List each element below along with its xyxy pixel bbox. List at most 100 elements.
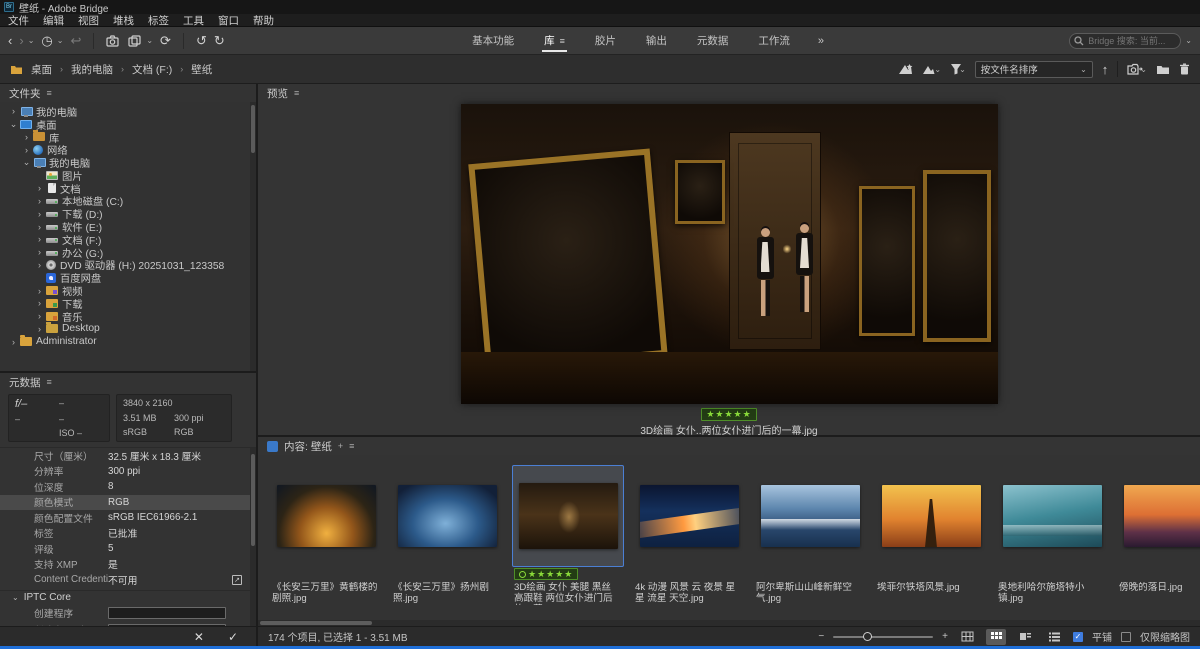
thumbnail-image[interactable]: [761, 485, 860, 547]
thumbnail-cell[interactable]: 《长安三万里》黄鹤楼的剧照.jpg: [270, 465, 382, 604]
thumbnail-image[interactable]: [1124, 485, 1200, 547]
thumbnail-cell[interactable]: 4k 动漫 风景 云 夜景 星星 流星 天空.jpg: [633, 465, 745, 604]
menu-item-文件[interactable]: 文件: [8, 13, 29, 28]
details-view-button[interactable]: [1015, 629, 1035, 645]
nav-dropdown-icon[interactable]: ⌄: [28, 36, 35, 45]
folder-tree-item-我的电脑[interactable]: ⌄我的电脑: [4, 156, 256, 169]
workspace-tab-基本功能[interactable]: 基本功能: [470, 28, 516, 53]
folder-tree-item-库[interactable]: ›库: [4, 131, 256, 144]
external-link-icon[interactable]: ↗: [232, 575, 242, 585]
folder-tree-item-本地磁盘 (C:)[interactable]: ›本地磁盘 (C:): [4, 195, 256, 208]
expander-icon[interactable]: ›: [21, 145, 32, 155]
rotate-cw-button[interactable]: ↻: [214, 34, 225, 47]
breadcrumb-item-桌面[interactable]: 桌面: [31, 62, 52, 77]
iptc-field-input[interactable]: [108, 607, 226, 619]
metadata-row-评级[interactable]: 评级5: [0, 541, 256, 557]
back-button[interactable]: ‹: [8, 34, 12, 47]
breadcrumb-item-文档 (F:)[interactable]: 文档 (F:): [132, 62, 172, 77]
tile-checkbox[interactable]: ✓: [1073, 632, 1083, 642]
expander-icon[interactable]: ›: [34, 260, 45, 270]
preview-image[interactable]: [461, 104, 998, 404]
folder-tree-item-百度网盘[interactable]: 百度网盘: [4, 271, 256, 284]
menu-item-视图[interactable]: 视图: [78, 13, 99, 28]
search-input[interactable]: [1069, 33, 1181, 49]
thumbnail-image-box[interactable]: [270, 465, 382, 567]
folder-tree-item-音乐[interactable]: ›音乐: [4, 310, 256, 323]
rating-stars-badge[interactable]: ★★★★★: [701, 408, 756, 421]
metadata-row-支持 XMP[interactable]: 支持 XMP是: [0, 557, 256, 573]
folder-tree-item-桌面[interactable]: ⌄桌面: [4, 118, 256, 131]
expander-icon[interactable]: ›: [34, 183, 45, 193]
workspace-overflow-icon[interactable]: »: [818, 35, 824, 47]
expander-icon[interactable]: ›: [34, 196, 45, 206]
content-panel-menu-icon[interactable]: ≡: [349, 441, 354, 451]
thumbnail-image[interactable]: [640, 485, 739, 547]
expander-icon[interactable]: ›: [34, 286, 45, 296]
zoom-in-button[interactable]: +: [942, 631, 948, 642]
metadata-row-颜色配置文件[interactable]: 颜色配置文件sRGB IEC61966-2.1: [0, 510, 256, 526]
thumbnail-image-box[interactable]: [875, 465, 987, 567]
metadata-row-尺寸（厘米）[interactable]: 尺寸（厘米）32.5 厘米 x 18.3 厘米: [0, 448, 256, 464]
list-view-button[interactable]: [1044, 629, 1064, 645]
menu-item-工具[interactable]: 工具: [183, 13, 204, 28]
expander-icon[interactable]: ›: [34, 247, 45, 257]
folder-tree-item-DVD 驱动器 (H:) 20251031_123358[interactable]: ›DVD 驱动器 (H:) 20251031_123358: [4, 259, 256, 272]
folder-tree-item-软件 (E:)[interactable]: ›软件 (E:): [4, 220, 256, 233]
folder-tree-item-文档 (F:)[interactable]: ›文档 (F:): [4, 233, 256, 246]
folder-tree-item-图片[interactable]: 图片: [4, 169, 256, 182]
history-dropdown-icon[interactable]: ⌄: [57, 36, 64, 45]
rotate-ccw-button[interactable]: ↺: [196, 34, 207, 47]
breadcrumb-item-壁纸[interactable]: 壁纸: [191, 62, 212, 77]
breadcrumb-item-我的电脑[interactable]: 我的电脑: [71, 62, 113, 77]
filter-rating-dropdown-icon[interactable]: ⌄: [922, 63, 941, 75]
thumbnail-image-box[interactable]: [1117, 465, 1200, 567]
thumbnail-image[interactable]: [882, 485, 981, 547]
expander-icon[interactable]: ›: [34, 311, 45, 321]
menu-item-窗口[interactable]: 窗口: [218, 13, 239, 28]
thumbnail-image[interactable]: [1003, 485, 1102, 547]
zoom-out-button[interactable]: −: [818, 631, 824, 642]
search-dropdown-icon[interactable]: ⌄: [1185, 36, 1192, 45]
metadata-cancel-button[interactable]: ✕: [194, 630, 204, 644]
metadata-row-分辨率[interactable]: 分辨率300 ppi: [0, 464, 256, 480]
iptc-section-header[interactable]: ⌄ IPTC Core: [0, 590, 256, 605]
refresh-button[interactable]: ⟳: [160, 34, 171, 47]
expander-icon[interactable]: ›: [34, 209, 45, 219]
new-folder-button[interactable]: [1156, 64, 1170, 75]
batch-dropdown-icon[interactable]: ⌄: [146, 36, 153, 45]
forward-button[interactable]: ›: [19, 34, 23, 47]
open-in-camera-raw-button[interactable]: ⌄: [1127, 63, 1147, 75]
metadata-row-位深度[interactable]: 位深度8: [0, 479, 256, 495]
folder-tree-item-文档[interactable]: ›文档: [4, 182, 256, 195]
folder-tree-item-Administrator[interactable]: ›Administrator: [4, 335, 256, 348]
thumbnail-image-box[interactable]: [391, 465, 503, 567]
expander-icon[interactable]: ›: [8, 337, 19, 347]
metadata-scrollbar[interactable]: [250, 448, 256, 626]
folder-tree-item-Desktop[interactable]: ›Desktop: [4, 323, 256, 336]
thumbnail-image[interactable]: [398, 485, 497, 547]
sort-ascending-button[interactable]: ↑: [1102, 63, 1109, 76]
menu-item-编辑[interactable]: 编辑: [43, 13, 64, 28]
thumbnail-cell[interactable]: 埃菲尔铁塔风景.jpg: [875, 465, 987, 593]
metadata-panel-menu-icon[interactable]: ≡: [47, 377, 52, 387]
menu-item-堆栈[interactable]: 堆栈: [113, 13, 134, 28]
expander-icon[interactable]: ⌄: [8, 119, 19, 130]
expander-icon[interactable]: ⌄: [21, 157, 32, 168]
workspace-tab-库[interactable]: 库≡: [542, 28, 567, 53]
thumbnail-cell[interactable]: 《长安三万里》扬州剧照.jpg: [391, 465, 503, 604]
workspace-menu-icon[interactable]: ≡: [560, 36, 565, 46]
expander-icon[interactable]: ›: [21, 132, 32, 142]
thumbnail-view-button[interactable]: [986, 629, 1006, 645]
batch-rename-button[interactable]: [128, 35, 142, 47]
workspace-tab-元数据[interactable]: 元数据: [695, 28, 731, 53]
thumbnail-cell[interactable]: 阿尔卑斯山山峰新鲜空气.jpg: [754, 465, 866, 604]
folder-tree-item-视频[interactable]: ›视频: [4, 284, 256, 297]
expander-icon[interactable]: ›: [34, 234, 45, 244]
delete-button[interactable]: [1179, 63, 1190, 75]
thumbnail-cell[interactable]: 奥地利哈尔施塔特小镇.jpg: [996, 465, 1108, 604]
preview-panel-menu-icon[interactable]: ≡: [294, 88, 299, 98]
workspace-tab-工作流[interactable]: 工作流: [756, 28, 792, 53]
menu-item-标签[interactable]: 标签: [148, 13, 169, 28]
thumbnail-image[interactable]: [519, 483, 618, 549]
thumbnail-image-box[interactable]: [512, 465, 624, 567]
